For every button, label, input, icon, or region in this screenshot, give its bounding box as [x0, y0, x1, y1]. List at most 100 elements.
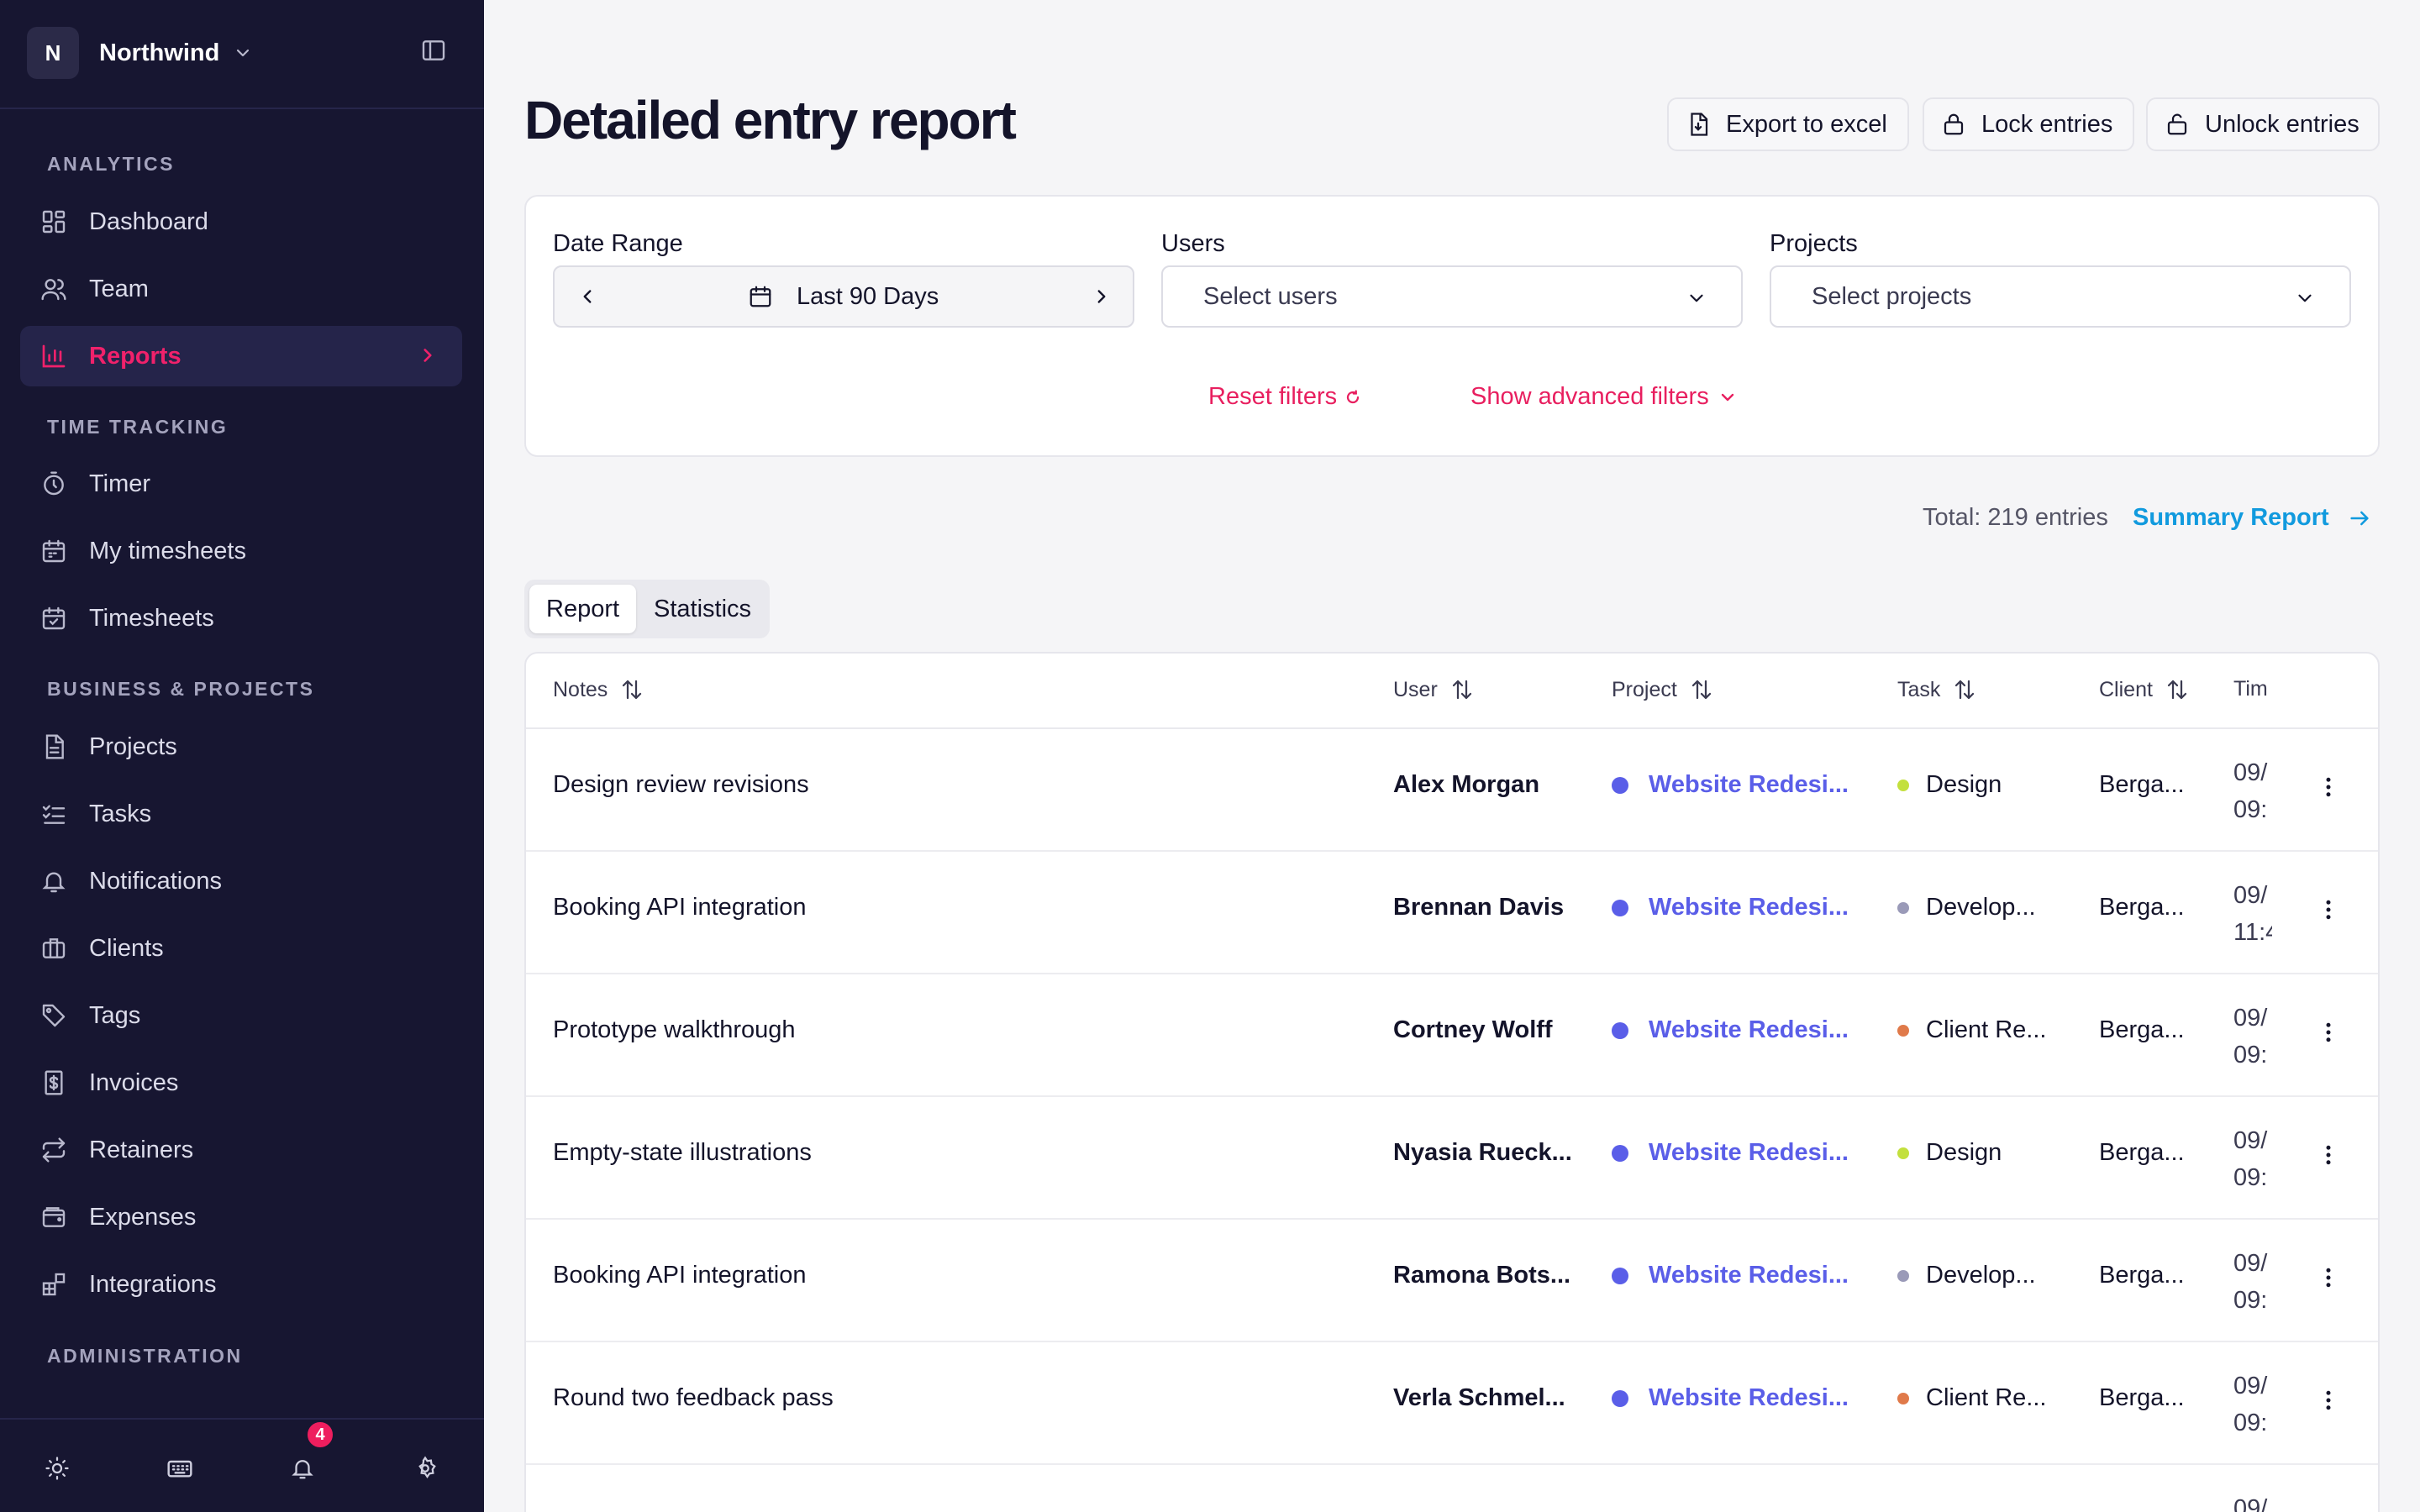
entry-notes: Booking API integration [553, 894, 807, 921]
calendar-check-icon [42, 606, 66, 630]
theme-toggle-icon[interactable] [32, 1452, 82, 1485]
chevron-right-icon[interactable] [1091, 286, 1113, 307]
sidebar-item-timer[interactable]: Timer [20, 454, 462, 514]
project-color-dot [1612, 899, 1628, 916]
sidebar-item-dashboard[interactable]: Dashboard [20, 192, 462, 252]
chevron-down-icon [1721, 393, 1733, 401]
table-row[interactable]: Prototype walkthrough Cortney Wolff Webs… [526, 974, 2378, 1097]
table-row[interactable]: Design review revisions Alex Morgan Webs… [526, 729, 2378, 852]
sidebar-collapse-icon[interactable] [420, 37, 457, 71]
column-task[interactable]: Task [1897, 677, 1977, 702]
summary-report-link[interactable]: Summary Report [2133, 504, 2371, 532]
entry-client: Berga... [2099, 894, 2185, 921]
sidebar-item-clients[interactable]: Clients [20, 918, 462, 979]
sidebar-item-reports[interactable]: Reports [20, 326, 462, 386]
entry-project[interactable]: Website Redesi... [1612, 894, 1849, 921]
column-user[interactable]: User [1393, 677, 1475, 702]
entry-project[interactable]: Website Redesi... [1612, 1016, 1849, 1044]
column-project[interactable]: Project [1612, 677, 1714, 702]
sidebar-item-label: My timesheets [89, 537, 246, 564]
sidebar-item-label: Integrations [89, 1270, 217, 1298]
invoice-icon [45, 1070, 63, 1095]
keyboard-icon[interactable] [155, 1452, 205, 1485]
sidebar-item-timesheets[interactable]: Timesheets [20, 588, 462, 648]
advanced-filters-toggle[interactable]: Show advanced filters [1470, 383, 1738, 411]
table-row[interactable]: Empty-state illustrations Nyasia Rueck..… [526, 1097, 2378, 1220]
task-color-dot [1897, 779, 1909, 791]
entry-task: Client Re... [1897, 1384, 2046, 1412]
entry-project[interactable]: Website Redesi... [1612, 1139, 1849, 1167]
entry-project[interactable]: Website Redesi... [1612, 771, 1849, 799]
column-notes[interactable]: Notes [553, 677, 644, 702]
entry-time: 09/09: [2233, 1250, 2268, 1314]
sidebar-item-retainers[interactable]: Retainers [20, 1120, 462, 1180]
sidebar-divider [0, 108, 484, 109]
document-icon [45, 734, 64, 759]
sidebar-item-projects[interactable]: Projects [20, 717, 462, 777]
entry-client: Berga... [2099, 1016, 2185, 1043]
users-label: Users [1161, 230, 1225, 257]
sidebar-item-invoices[interactable]: Invoices [20, 1053, 462, 1113]
sidebar-item-label: Team [89, 275, 149, 302]
chevron-left-icon[interactable] [576, 286, 598, 307]
more-options-icon[interactable] [2316, 897, 2341, 929]
chevron-down-icon [2298, 294, 2312, 302]
date-range-value: Last 90 Days [797, 282, 939, 310]
users-select[interactable]: Select users [1161, 265, 1743, 328]
workspace-name: Northwind [99, 39, 220, 66]
task-color-dot [1897, 1147, 1909, 1159]
entries-table: Notes User Project Task Client Tim Desig… [524, 652, 2380, 1512]
projects-placeholder: Select projects [1812, 282, 1972, 310]
lock-icon [1944, 113, 1964, 135]
gear-icon[interactable] [400, 1452, 450, 1485]
wallet-icon [42, 1207, 66, 1227]
arrow-right-icon [2350, 511, 2369, 525]
entry-time: 09/11:4 [2233, 882, 2272, 946]
sidebar-item-tags[interactable]: Tags [20, 985, 462, 1046]
date-range-display[interactable]: Last 90 Days [748, 267, 939, 326]
sidebar-item-integrations[interactable]: Integrations [20, 1254, 462, 1315]
entry-task: Client Re... [1897, 1016, 2046, 1044]
table-row[interactable]: Booking API integration Brennan Davis We… [526, 852, 2378, 974]
sidebar-footer [0, 1418, 484, 1512]
sidebar: N Northwind ANALYTICS Dashboard Team Rep… [0, 0, 484, 1512]
entry-task: Design [1897, 771, 2002, 799]
entry-time: 09/09: [2233, 1127, 2268, 1191]
entry-client: Berga... [2099, 771, 2185, 798]
project-color-dot [1612, 776, 1628, 794]
more-options-icon[interactable] [2316, 1388, 2341, 1420]
sidebar-item-expenses[interactable]: Expenses [20, 1187, 462, 1247]
entry-client: Berga... [2099, 1262, 2185, 1289]
lock-entries-button[interactable]: Lock entries [1923, 97, 2134, 151]
projects-select[interactable]: Select projects [1770, 265, 2351, 328]
export-excel-button[interactable]: Export to excel [1667, 97, 1909, 151]
workspace-switcher[interactable]: N Northwind [27, 25, 253, 81]
more-options-icon[interactable] [2316, 1265, 2341, 1297]
entry-notes: Design review revisions [553, 771, 809, 798]
sidebar-item-my-timesheets[interactable]: My timesheets [20, 521, 462, 581]
more-options-icon[interactable] [2316, 774, 2341, 806]
column-client[interactable]: Client [2099, 677, 2190, 702]
sidebar-item-team[interactable]: Team [20, 259, 462, 319]
bell-icon[interactable] [277, 1452, 328, 1485]
date-range-picker[interactable]: Last 90 Days [553, 265, 1134, 328]
entry-project[interactable]: Website Redesi... [1612, 1384, 1849, 1412]
project-color-dot [1612, 1144, 1628, 1162]
sidebar-item-notifications[interactable]: Notifications [20, 851, 462, 911]
sidebar-item-tasks[interactable]: Tasks [20, 784, 462, 844]
table-row[interactable]: Round two feedback pass Verla Schmel... … [526, 1342, 2378, 1465]
table-row[interactable]: Booking API integration Ramona Bots... W… [526, 1220, 2378, 1342]
more-options-icon[interactable] [2316, 1142, 2341, 1174]
briefcase-icon [42, 938, 66, 958]
entry-task: Develop... [1897, 1262, 2036, 1289]
tab-statistics[interactable]: Statistics [637, 585, 768, 633]
entry-project[interactable]: Website Redesi... [1612, 1262, 1849, 1289]
column-time[interactable]: Tim [2233, 677, 2268, 701]
reset-filters-button[interactable]: Reset filters [1208, 383, 1360, 411]
sidebar-item-label: Expenses [89, 1203, 197, 1231]
unlock-entries-button[interactable]: Unlock entries [2146, 97, 2380, 151]
more-options-icon[interactable] [2316, 1020, 2341, 1052]
entry-client: Berga... [2099, 1384, 2185, 1411]
tab-report[interactable]: Report [529, 585, 637, 633]
table-row[interactable]: 09/ [526, 1465, 2378, 1512]
